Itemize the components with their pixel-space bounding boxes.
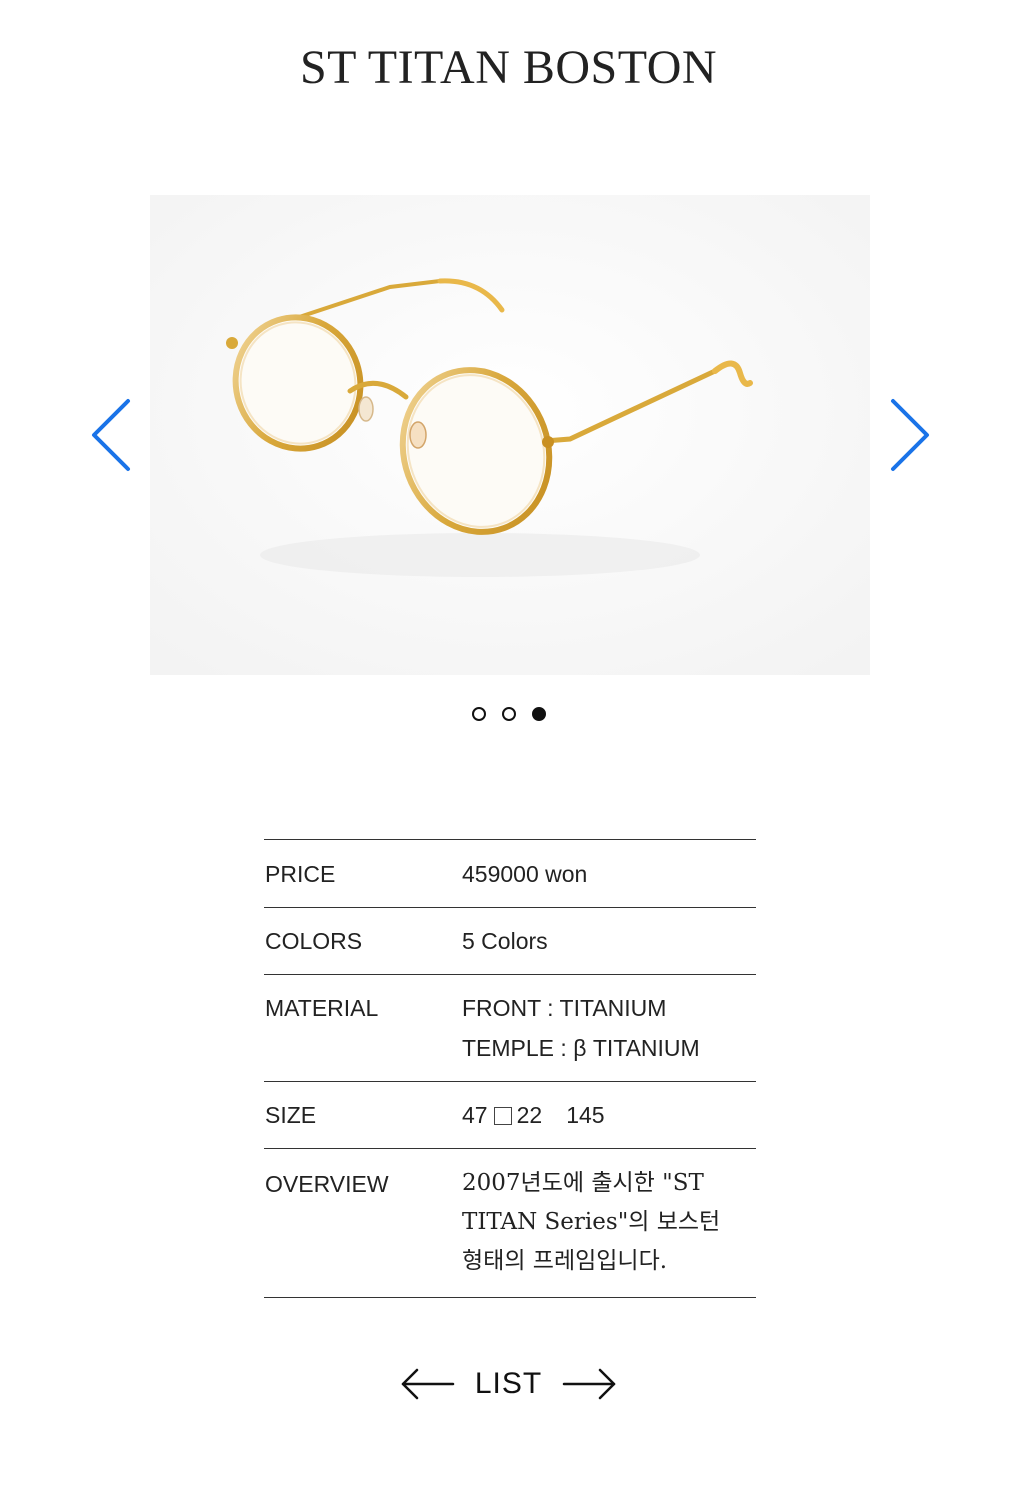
page-title: ST TITAN BOSTON (299, 41, 718, 94)
size-temple: 145 (566, 1102, 605, 1128)
spec-label: SIZE (265, 1102, 317, 1128)
overview-text: 2007년도에 출시한 "ST TITAN Series"의 보스턴 형태의 프… (462, 1170, 721, 1274)
spec-row-price: PRICE 459000 won (264, 840, 756, 908)
spec-label: PRICE (265, 861, 336, 887)
spec-row-colors: COLORS 5 Colors (264, 908, 756, 975)
product-image (150, 195, 870, 675)
product-image-carousel[interactable] (150, 195, 870, 675)
chevron-left-icon (92, 399, 130, 471)
size-lens: 47 (462, 1102, 488, 1128)
chevron-right-icon (891, 399, 929, 471)
next-slide-button[interactable] (885, 395, 935, 475)
spec-label: MATERIAL (265, 995, 379, 1021)
carousel-pagination (0, 707, 1017, 721)
colors-value: 5 Colors (462, 928, 548, 954)
prev-slide-button[interactable] (86, 395, 136, 475)
square-icon (493, 1107, 512, 1125)
spec-label: OVERVIEW (265, 1171, 389, 1197)
spec-row-material: MATERIAL FRONT : TITANIUM TEMPLE : β TIT… (264, 975, 756, 1082)
pagination-dot-3-active[interactable] (531, 707, 546, 721)
material-value: FRONT : TITANIUM TEMPLE : β TITANIUM (462, 988, 756, 1081)
list-navigation: LIST (0, 1366, 1017, 1402)
spec-row-size: SIZE 47 22 145 (264, 1082, 756, 1149)
pagination-dot-1[interactable] (471, 707, 486, 721)
spec-table: PRICE 459000 won COLORS 5 Colors MATERIA… (264, 839, 756, 1298)
spec-label: COLORS (265, 928, 363, 954)
spec-row-overview: OVERVIEW 2007년도에 출시한 "ST TITAN Series"의 … (264, 1149, 756, 1298)
pagination-dot-2[interactable] (501, 707, 516, 721)
size-value: 47 22 145 (462, 1095, 756, 1148)
material-front: FRONT : TITANIUM (462, 995, 667, 1021)
arrow-left-icon[interactable] (399, 1366, 455, 1402)
material-temple: TEMPLE : β TITANIUM (462, 1035, 700, 1061)
price-value: 459000 won (462, 861, 588, 887)
size-bridge: 22 (516, 1102, 543, 1128)
arrow-right-icon[interactable] (562, 1366, 618, 1402)
list-link[interactable]: LIST (473, 1367, 544, 1401)
